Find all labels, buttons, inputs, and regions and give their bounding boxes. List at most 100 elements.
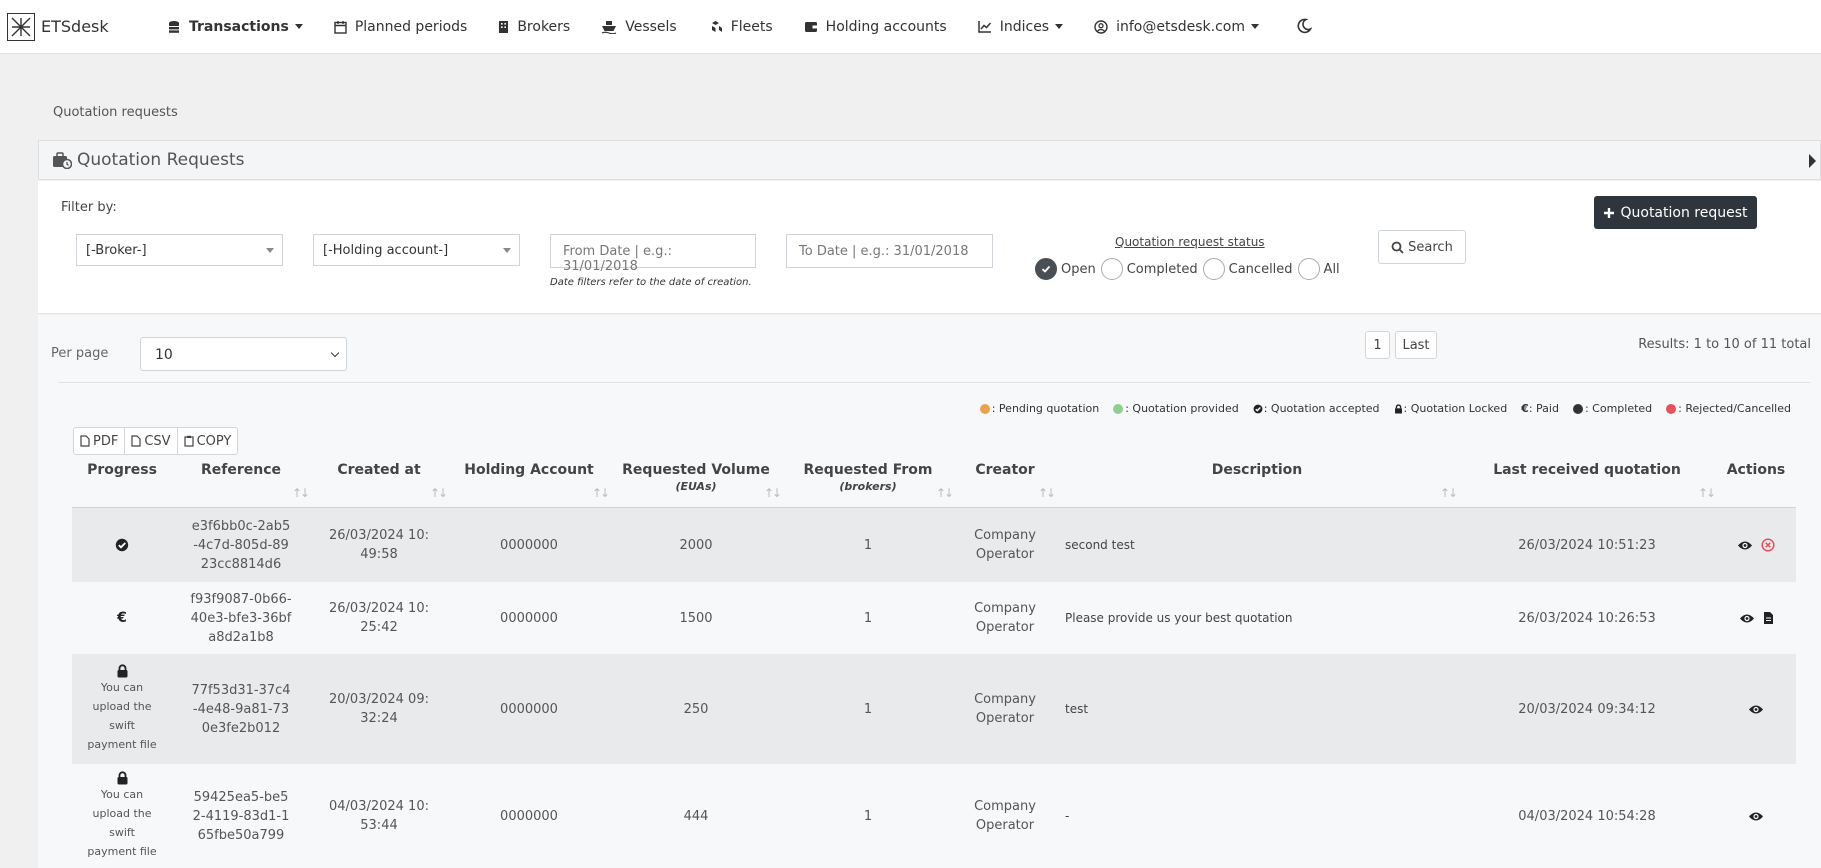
table-row[interactable]: You can upload the swift payment file 77f… (72, 654, 1796, 764)
holding-value: 0000000 (500, 610, 558, 626)
export-toolbar: PDF CSV COPY (73, 427, 239, 455)
page-1-button[interactable]: 1 (1365, 331, 1390, 359)
progress-note: You can upload the swift payment file (87, 681, 157, 751)
export-csv-label: CSV (144, 433, 171, 449)
nav-item-brokers[interactable]: Brokers (498, 19, 570, 35)
search-icon (1391, 241, 1404, 254)
created-cell: 26/03/2024 10:49:58 (310, 508, 448, 582)
sort-icon[interactable]: ↑↓ (430, 486, 448, 500)
column-header-actions: Actions (1716, 462, 1796, 478)
eye-icon[interactable] (1737, 540, 1753, 551)
status-radio-all[interactable] (1297, 258, 1320, 280)
nav-item-label: Brokers (517, 18, 571, 35)
nav-item-transactions[interactable]: Transactions (167, 19, 303, 35)
check-circle-icon (115, 538, 129, 552)
sort-icon[interactable]: ↑↓ (764, 486, 782, 500)
volume-value: 250 (683, 701, 709, 717)
file-pdf-icon (80, 435, 90, 447)
nav-item-label: Fleets (730, 18, 773, 35)
top-navbar: ETSdesk Transactions Planned periods Broke… (0, 0, 1821, 54)
file-icon[interactable] (1763, 611, 1774, 625)
sort-icon[interactable]: ↑↓ (1038, 486, 1056, 500)
last-quote-cell: 20/03/2024 09:34:12 (1458, 654, 1716, 764)
last-quote-value: 26/03/2024 10:26:53 (1518, 610, 1656, 626)
to-date-placeholder: To Date | e.g.: 31/01/2018 (799, 244, 969, 259)
caret-down-icon (1055, 24, 1064, 29)
column-header-creator[interactable]: Creator (954, 462, 1056, 478)
column-header-created-at[interactable]: Created at (310, 462, 448, 478)
cancel-circle-icon[interactable] (1761, 538, 1775, 552)
card-header[interactable]: Quotation Requests (38, 140, 1821, 180)
holding-account-select[interactable]: [-Holding account-] (313, 234, 520, 266)
column-header-requested-volume[interactable]: Requested Volume (EUAs) (610, 462, 782, 493)
status-radio-open[interactable] (1035, 258, 1057, 280)
eye-icon[interactable] (1739, 613, 1755, 624)
divider (58, 382, 1810, 383)
status-legend: : Pending quotation: Quotation provided:… (966, 402, 1791, 415)
legend-item: : Quotation Locked (1394, 402, 1507, 415)
column-header-reference[interactable]: Reference (172, 462, 310, 478)
export-copy-button[interactable]: COPY (178, 428, 238, 454)
export-pdf-button[interactable]: PDF (74, 428, 126, 454)
created-cell: 04/03/2024 10:53:44 (310, 764, 448, 868)
caret-down-icon (1251, 24, 1260, 29)
last-quote-value: 26/03/2024 10:51:23 (1518, 537, 1656, 553)
sort-icon[interactable]: ↑↓ (1440, 486, 1458, 500)
status-dot-icon (1113, 403, 1124, 414)
column-header-description[interactable]: Description (1056, 462, 1458, 478)
column-header-requested-from[interactable]: Requested From (brokers) (782, 462, 954, 493)
progress-cell: You can upload the swift payment file (72, 764, 172, 868)
new-quotation-request-button[interactable]: Quotation request (1594, 196, 1757, 229)
from-value: 1 (863, 537, 873, 553)
column-header-holding-account[interactable]: Holding Account (448, 462, 610, 478)
table-row[interactable]: € f93f9087-0b66-40e3-bfe3-36bfa8d2a1b8 26/… (72, 582, 1796, 654)
plus-icon (1604, 207, 1615, 218)
status-radio-completed[interactable] (1100, 258, 1123, 280)
legend-label: : Quotation provided (1125, 402, 1239, 415)
status-radio-cancelled[interactable] (1202, 258, 1225, 280)
nav-item-indices[interactable]: Indices (977, 19, 1064, 35)
broker-select[interactable]: [-Broker-] (76, 234, 283, 266)
chevron-down-icon (330, 348, 340, 358)
table-row[interactable]: e3f6bb0c-2ab5-4c7d-805d-8923cc8814d6 26/0… (72, 508, 1796, 582)
eye-icon[interactable] (1748, 811, 1764, 822)
sort-icon[interactable]: ↑↓ (936, 486, 954, 500)
page-last-button[interactable]: Last (1395, 331, 1437, 359)
progress-cell: € (72, 582, 172, 654)
reference-value: f93f9087-0b66-40e3-bfe3-36bfa8d2a1b8 (190, 591, 292, 645)
sort-icon[interactable]: ↑↓ (292, 486, 310, 500)
export-csv-button[interactable]: CSV (125, 428, 178, 454)
column-header-last-received-quotation[interactable]: Last received quotation (1458, 462, 1716, 478)
eye-icon[interactable] (1748, 704, 1764, 715)
from-date-input[interactable]: From Date | e.g.: 31/01/2018 (550, 234, 756, 274)
sort-icon[interactable]: ↑↓ (1698, 486, 1716, 500)
creator-value: Company Operator (974, 799, 1036, 833)
nav-item-planned-periods[interactable]: Planned periods (334, 19, 467, 35)
volume-cell: 250 (610, 654, 782, 764)
card-title: Quotation Requests (77, 150, 245, 170)
moon-icon[interactable] (1296, 18, 1314, 36)
brand-name: ETSdesk (41, 17, 109, 36)
reference-value: 59425ea5-be52-4119-83d1-165fbe50a799 (192, 789, 290, 843)
nav-item-fleets[interactable]: Fleets (708, 19, 773, 35)
to-date-input[interactable]: To Date | e.g.: 31/01/2018 (786, 234, 993, 268)
lock-icon (1394, 403, 1403, 414)
status-radio-group: Open Completed Cancelled All (1035, 258, 1345, 280)
collapse-toggle-icon[interactable] (1809, 154, 1816, 168)
row-actions (1748, 811, 1764, 822)
table-row[interactable]: You can upload the swift payment file 594… (72, 764, 1796, 868)
per-page-label: Per page (51, 346, 109, 361)
nav-item-holding-accounts[interactable]: Holding accounts (804, 19, 947, 35)
nav-item-info-etsdesk-com[interactable]: info@etsdesk.com (1094, 19, 1260, 35)
export-pdf-label: PDF (93, 433, 119, 449)
sort-icon[interactable]: ↑↓ (592, 486, 610, 500)
per-page-value: 10 (155, 347, 173, 363)
volume-cell: 1500 (610, 582, 782, 654)
search-button[interactable]: Search (1378, 230, 1466, 264)
description-value: second test (1065, 537, 1135, 552)
status-dot-icon (1572, 403, 1583, 414)
nav-item-vessels[interactable]: Vessels (601, 19, 677, 35)
brand-logo[interactable]: ETSdesk (7, 12, 157, 41)
per-page-select[interactable]: 10 (140, 337, 347, 371)
description-cell: test (1056, 654, 1458, 764)
